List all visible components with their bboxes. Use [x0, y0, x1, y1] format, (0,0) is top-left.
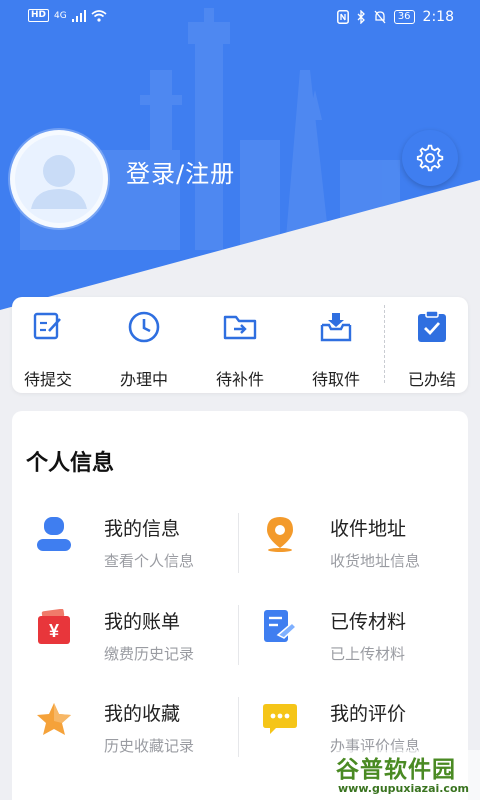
item-subtitle: 查看个人信息 [104, 552, 195, 570]
shipping-address-item[interactable]: 收件地址 收货地址信息 [262, 510, 462, 580]
wifi-icon [91, 9, 107, 22]
action-label: 已办结 [407, 370, 456, 389]
item-subtitle: 历史收藏记录 [104, 737, 195, 755]
bluetooth-icon [357, 10, 365, 24]
document-upload-icon [264, 610, 298, 642]
chat-bubble-icon [263, 704, 297, 734]
location-pin-icon [267, 517, 293, 552]
column-divider [238, 513, 239, 573]
item-title: 收件地址 [330, 518, 407, 540]
status-bar: HD 4G 36 2:18 [0, 0, 480, 36]
gear-icon [416, 144, 444, 172]
edit-document-icon [33, 312, 61, 340]
watermark-url: www.gupuxiazai.com [338, 782, 469, 795]
login-register-link[interactable]: 登录/注册 [126, 154, 235, 189]
clock-icon [128, 311, 160, 343]
section-title: 个人信息 [26, 451, 115, 476]
item-title: 我的评价 [330, 703, 407, 725]
settings-button[interactable] [402, 130, 458, 186]
wallet-yen-icon: ¥ [38, 609, 70, 644]
item-title: 我的收藏 [104, 703, 181, 725]
user-icon [37, 517, 71, 551]
hd-badge: HD [28, 9, 50, 22]
item-subtitle: 收货地址信息 [330, 552, 421, 570]
watermark-brand: 谷普软件园 [336, 757, 456, 783]
action-label: 待补件 [215, 370, 264, 389]
clipboard-check-icon [418, 310, 446, 342]
action-completed[interactable]: 已办结 [396, 305, 468, 389]
default-user-icon [31, 155, 87, 209]
network-type: 4G [54, 10, 67, 21]
action-pending-supplement[interactable]: 待补件 [204, 305, 276, 389]
my-info-item[interactable]: 我的信息 查看个人信息 [36, 510, 236, 580]
action-label: 待提交 [23, 370, 72, 389]
battery-indicator: 36 [393, 10, 415, 24]
order-status-bar: 待提交 办理中 待补件 待取件 已办结 [12, 297, 468, 393]
action-in-progress[interactable]: 办理中 [108, 305, 180, 389]
action-label: 待取件 [311, 370, 360, 389]
signal-icon [71, 9, 86, 22]
column-divider [238, 697, 239, 757]
item-title: 我的账单 [104, 611, 181, 633]
clock-time: 2:18 [422, 9, 454, 25]
action-label: 办理中 [119, 370, 168, 389]
personal-info-card: 个人信息 我的信息 查看个人信息 收件地址 收货地址信息 ¥ 我的账单 缴费历史… [12, 411, 468, 800]
avatar[interactable] [10, 130, 108, 228]
action-pending-submit[interactable]: 待提交 [12, 305, 84, 389]
my-favorites-item[interactable]: 我的收藏 历史收藏记录 [36, 695, 236, 765]
action-divider [384, 305, 385, 383]
item-subtitle: 缴费历史记录 [104, 645, 195, 663]
nfc-icon [336, 10, 349, 24]
folder-arrow-icon [223, 315, 257, 340]
mute-bell-icon [374, 10, 386, 24]
site-watermark: 谷普软件园 www.gupuxiazai.com [336, 750, 480, 800]
star-icon [37, 703, 71, 735]
inbox-download-icon [320, 313, 352, 342]
item-subtitle: 已上传材料 [330, 645, 406, 663]
my-bills-item[interactable]: ¥ 我的账单 缴费历史记录 [36, 603, 236, 673]
uploaded-materials-item[interactable]: 已传材料 已上传材料 [262, 603, 462, 673]
action-pending-pickup[interactable]: 待取件 [300, 305, 372, 389]
column-divider [238, 605, 239, 665]
svg-text:¥: ¥ [49, 621, 59, 641]
item-title: 我的信息 [104, 518, 181, 540]
item-title: 已传材料 [330, 611, 407, 633]
profile-header: HD 4G 36 2:18 登录/注册 [0, 0, 480, 310]
